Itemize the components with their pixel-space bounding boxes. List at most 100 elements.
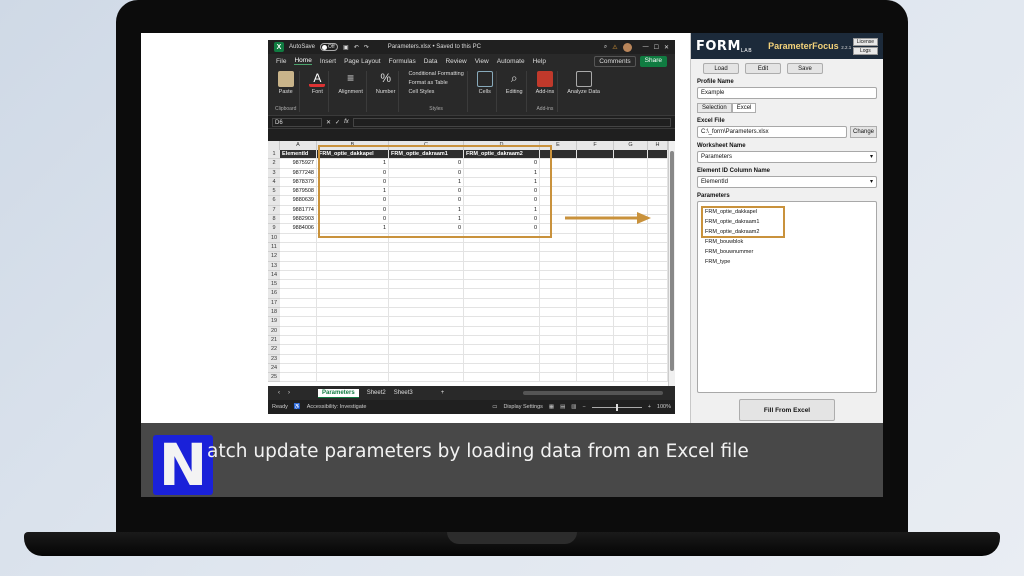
next-sheet-icon[interactable]: ›	[288, 390, 290, 396]
row-header[interactable]: 11	[268, 243, 280, 253]
cell[interactable]: 9880639	[280, 196, 317, 205]
cell[interactable]	[540, 335, 577, 345]
cell[interactable]	[389, 363, 464, 373]
cell[interactable]	[614, 335, 648, 345]
cell[interactable]	[577, 242, 614, 252]
page-break-view-icon[interactable]: ▥	[571, 404, 576, 410]
tab-review[interactable]: Review	[445, 58, 466, 65]
row-header[interactable]: 18	[268, 308, 280, 318]
zoom-slider[interactable]	[591, 403, 642, 411]
profile-name-input[interactable]: Example	[697, 87, 877, 99]
tab-insert[interactable]: Insert	[320, 58, 336, 65]
cell[interactable]	[280, 233, 317, 242]
cell[interactable]	[648, 177, 668, 187]
cell[interactable]	[577, 317, 614, 326]
excel-file-input[interactable]: C:\_form\Parameters.xlsx	[697, 126, 847, 138]
undo-icon[interactable]: ↶	[354, 44, 359, 51]
cell[interactable]: 9877248	[280, 168, 317, 177]
redo-icon[interactable]: ↷	[364, 44, 369, 51]
cell[interactable]	[464, 280, 540, 289]
addins-button[interactable]: Add-ins	[536, 89, 555, 95]
cell[interactable]	[464, 326, 540, 335]
tab-data[interactable]: Data	[424, 58, 438, 65]
cell[interactable]	[317, 345, 389, 354]
load-button[interactable]: Load	[703, 63, 739, 74]
cell[interactable]	[577, 335, 614, 345]
cell[interactable]	[464, 242, 540, 252]
name-box[interactable]: D6	[272, 117, 322, 127]
cell[interactable]	[464, 363, 540, 373]
cell[interactable]	[389, 252, 464, 261]
cell[interactable]	[280, 298, 317, 308]
cell[interactable]	[648, 317, 668, 326]
row-header[interactable]: 10	[268, 234, 280, 243]
row-header[interactable]: 9	[268, 224, 280, 234]
cell[interactable]	[648, 159, 668, 168]
minimize-icon[interactable]: —	[643, 44, 649, 50]
cell[interactable]	[577, 261, 614, 270]
cell[interactable]	[648, 308, 668, 317]
cell[interactable]	[280, 308, 317, 317]
tab-page-layout[interactable]: Page Layout	[344, 58, 381, 65]
row-header[interactable]: 19	[268, 317, 280, 327]
cell[interactable]	[614, 224, 648, 233]
formula-input[interactable]	[352, 117, 671, 127]
row-header[interactable]: 17	[268, 299, 280, 309]
row-header[interactable]: 24	[268, 364, 280, 374]
row-header[interactable]: 25	[268, 373, 280, 383]
warning-icon[interactable]: ⚠	[612, 44, 617, 51]
column-header[interactable]: H	[648, 141, 668, 150]
font-icon[interactable]: A	[309, 71, 326, 87]
horizontal-scrollbar[interactable]	[523, 391, 663, 395]
cell[interactable]: 9884006	[280, 224, 317, 233]
cell[interactable]	[648, 224, 668, 233]
tab-home[interactable]: Home	[294, 57, 312, 65]
tab-automate[interactable]: Automate	[497, 58, 525, 65]
analyze-data-button[interactable]: Analyze Data	[567, 89, 600, 95]
cell[interactable]	[540, 308, 577, 317]
cell[interactable]	[540, 373, 577, 382]
tab-help[interactable]: Help	[533, 58, 546, 65]
cell[interactable]	[389, 354, 464, 363]
cell[interactable]	[577, 345, 614, 354]
cell[interactable]	[317, 373, 389, 382]
element-id-select[interactable]: ElementId ▾	[697, 176, 877, 188]
cell[interactable]	[648, 345, 668, 354]
cell[interactable]	[389, 242, 464, 252]
cell[interactable]	[614, 270, 648, 280]
zoom-in-icon[interactable]: +	[648, 404, 651, 410]
cell[interactable]	[317, 261, 389, 270]
cell[interactable]	[648, 252, 668, 261]
row-header[interactable]: 20	[268, 327, 280, 336]
cell[interactable]	[577, 177, 614, 187]
cell[interactable]	[280, 289, 317, 298]
add-sheet-icon[interactable]: +	[441, 390, 445, 396]
cell[interactable]	[614, 168, 648, 177]
cell[interactable]	[464, 261, 540, 270]
page-layout-view-icon[interactable]: ▤	[560, 404, 565, 410]
cell[interactable]	[540, 289, 577, 298]
zoom-level[interactable]: 100%	[657, 404, 671, 410]
format-as-table-button[interactable]: Format as Table	[408, 80, 463, 86]
cell[interactable]	[389, 373, 464, 382]
number-button[interactable]: Number	[376, 89, 396, 95]
cell[interactable]	[280, 363, 317, 373]
cell[interactable]	[648, 326, 668, 335]
comments-button[interactable]: Comments	[594, 55, 636, 67]
cell[interactable]	[614, 261, 648, 270]
zoom-out-icon[interactable]: −	[582, 404, 585, 410]
cell[interactable]	[280, 354, 317, 363]
share-button[interactable]: Share	[639, 55, 667, 67]
column-header[interactable]: G	[614, 141, 648, 150]
cell[interactable]	[577, 168, 614, 177]
sheet-tab-sheet3[interactable]: Sheet3	[394, 390, 413, 396]
cell[interactable]	[540, 363, 577, 373]
cell[interactable]	[540, 242, 577, 252]
row-header[interactable]: 7	[268, 206, 280, 216]
list-item[interactable]: FRM_bouwblok	[705, 237, 869, 247]
row-header[interactable]: 8	[268, 215, 280, 225]
cell[interactable]	[648, 354, 668, 363]
cell[interactable]	[577, 373, 614, 382]
display-settings[interactable]: Display Settings	[503, 404, 542, 410]
cell[interactable]	[280, 326, 317, 335]
